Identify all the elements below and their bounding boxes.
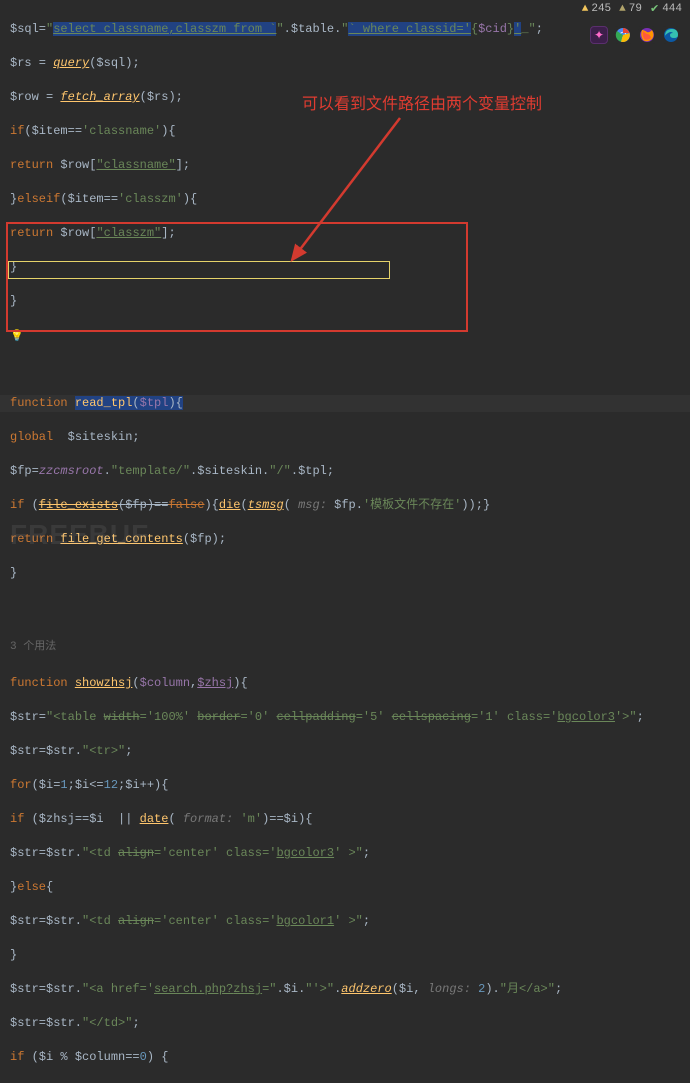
check-icon: ✔	[650, 2, 659, 16]
ok-count-label: 444	[662, 3, 682, 15]
firefox-icon[interactable]	[638, 26, 656, 44]
warning-count-weak[interactable]: ▲79	[619, 3, 642, 15]
ok-count[interactable]: ✔444	[650, 2, 682, 16]
weak-warning-icon: ▲	[619, 3, 626, 15]
warning-icon: ▲	[582, 3, 589, 15]
edge-icon[interactable]	[662, 26, 680, 44]
code-editor[interactable]: $sql="select classname,classzm from `".$…	[0, 0, 690, 563]
jetbrains-icon[interactable]: ✦	[590, 26, 608, 44]
usages-hint[interactable]: 3 个用法	[10, 633, 682, 658]
warning-count-label: 245	[591, 3, 611, 15]
chrome-icon[interactable]	[614, 26, 632, 44]
weak-warning-count-label: 79	[629, 3, 642, 15]
intention-bulb-icon[interactable]: 💡	[10, 327, 24, 346]
warning-count-high[interactable]: ▲245	[582, 3, 611, 15]
inspection-status-bar: ▲245 ▲79 ✔444	[582, 2, 682, 16]
browser-open-icons: ✦	[590, 26, 680, 44]
